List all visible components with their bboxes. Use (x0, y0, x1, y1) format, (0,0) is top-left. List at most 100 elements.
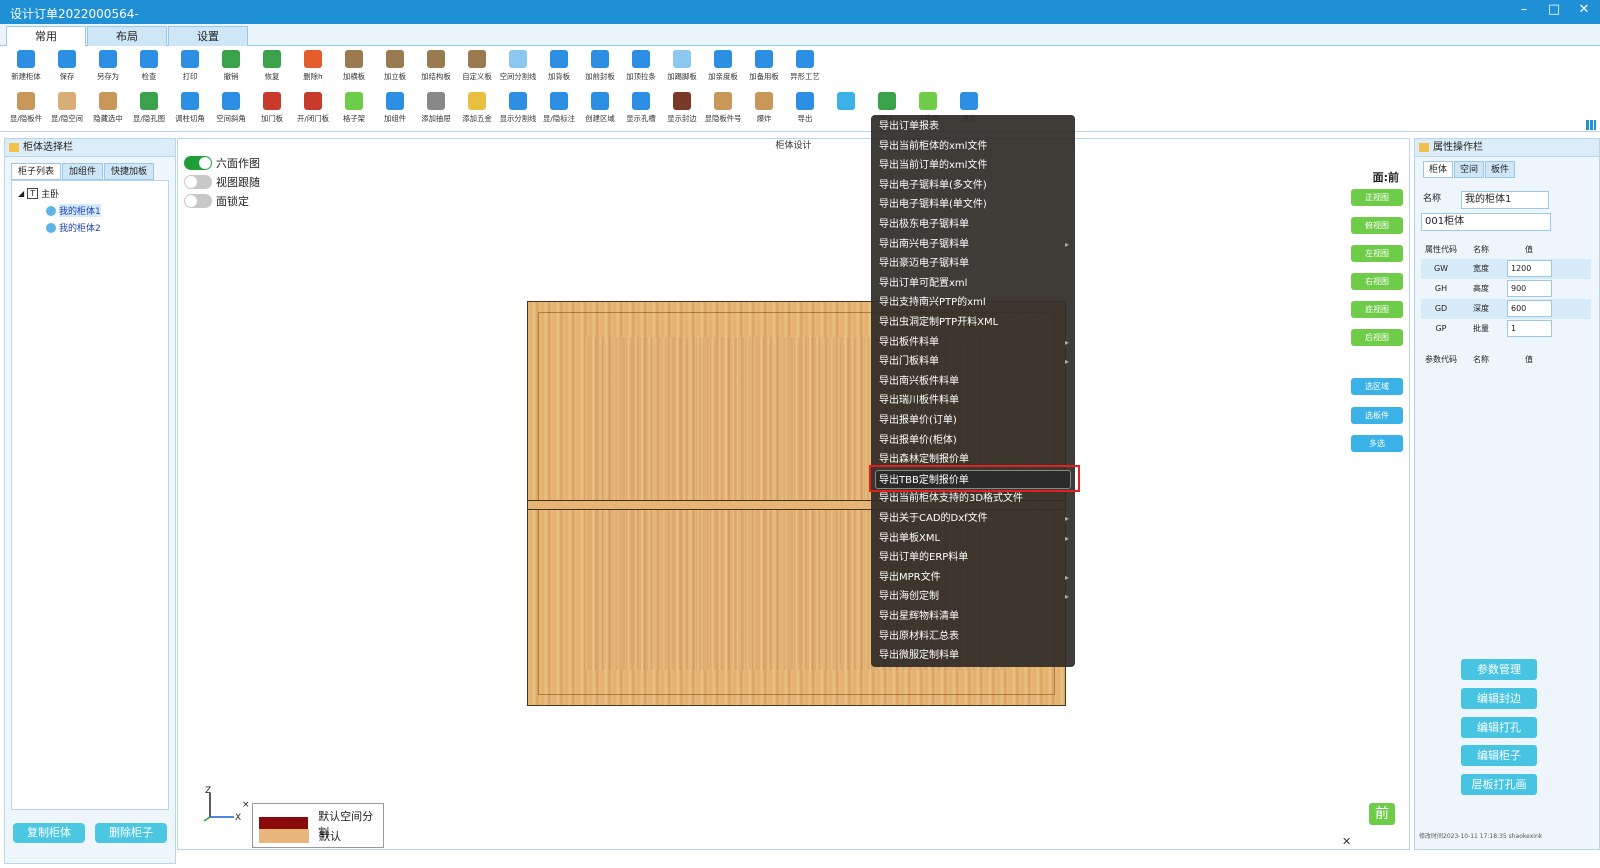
front-face-button[interactable]: 前 (1369, 803, 1395, 825)
menu-item[interactable]: 导出星辉物料清单 (871, 607, 1075, 626)
toolbar_row2-tool-19[interactable]: 导出 (784, 90, 826, 128)
menu-item[interactable]: 导出瑞川板件料单 (871, 391, 1075, 410)
name-input[interactable]: 我的柜体1 (1461, 191, 1549, 209)
menu-item[interactable]: 导出当前订单的xml文件 (871, 156, 1075, 175)
toggle-six-face[interactable]: 六面作图 (184, 155, 260, 171)
select-board-button[interactable]: 选板件 (1351, 407, 1403, 424)
grid-icon[interactable] (1586, 120, 1596, 130)
tab-common[interactable]: 常用 (6, 26, 86, 47)
close-canvas-icon[interactable]: ✕ (1342, 835, 1351, 848)
collapse-icon[interactable]: ◢ (18, 189, 24, 198)
toolbar_row2-tool-20[interactable] (825, 90, 867, 128)
toolbar_row1-tool-10[interactable]: 加结构板 (415, 48, 457, 86)
width-value-input[interactable]: 1200 (1507, 260, 1552, 277)
toolbar_row2-tool-14[interactable]: 创建区域 (579, 90, 621, 128)
menu-item[interactable]: 导出海创定制 ▸ (871, 587, 1075, 606)
design-canvas[interactable]: 柜体设计 六面作图 视图跟随 面锁定 面:前 正视图 俯视图 左视图 右视图 底… (177, 138, 1410, 850)
front-view-button[interactable]: 正视图 (1351, 189, 1403, 206)
menu-item[interactable]: 导出电子锯料单(单文件) (871, 195, 1075, 214)
toolbar_row1-tool-1[interactable]: 保存 (46, 48, 88, 86)
toolbar_row1-tool-16[interactable]: 加踢脚板 (661, 48, 703, 86)
toolbar_row2-tool-4[interactable]: 调柱切角 (169, 90, 211, 128)
menu-item[interactable]: 导出订单的ERP料单 (871, 548, 1075, 567)
toolbar_row1-tool-8[interactable]: 加横板 (333, 48, 375, 86)
menu-item[interactable]: 导出支持南兴PTP的xml (871, 293, 1075, 312)
toolbar_row2-tool-7[interactable]: 开/闭门板 (292, 90, 334, 128)
toolbar_row2-tool-9[interactable]: 加组件 (374, 90, 416, 128)
toolbar_row1-tool-3[interactable]: 检查 (128, 48, 170, 86)
toolbar_row2-tool-0[interactable]: 显/隐板件 (5, 90, 47, 128)
menu-item[interactable]: 导出单板XML ▸ (871, 529, 1075, 548)
menu-item[interactable]: 导出微服定制料单 (871, 646, 1075, 665)
toolbar_row1-tool-18[interactable]: 加备用板 (743, 48, 785, 86)
depth-value-input[interactable]: 600 (1507, 300, 1552, 317)
toolbar_row1-tool-7[interactable]: 删除h (292, 48, 334, 86)
menu-item[interactable]: 导出南兴电子锯料单 ▸ (871, 235, 1075, 254)
back-view-button[interactable]: 后视图 (1351, 329, 1403, 346)
menu-item[interactable]: 导出虫洞定制PTP开料XML (871, 313, 1075, 332)
menu-item[interactable]: 导出原材料汇总表 (871, 627, 1075, 646)
toolbar_row2-tool-2[interactable]: 隐藏选中 (87, 90, 129, 128)
tab-cabinet-list[interactable]: 柜子列表 (11, 163, 62, 180)
delete-cabinet-button[interactable]: 删除柜子 (95, 823, 167, 843)
toolbar_row2-tool-13[interactable]: 显/隐标注 (538, 90, 580, 128)
toolbar_row1-tool-4[interactable]: 打印 (169, 48, 211, 86)
shelf-drilling-button[interactable]: 层板打孔画 (1461, 774, 1537, 795)
tab-space[interactable]: 空间 (1454, 161, 1485, 178)
edit-cabinet-button[interactable]: 编辑柜子 (1461, 745, 1537, 766)
menu-item[interactable]: 导出南兴板件料单 (871, 372, 1075, 391)
toolbar_row1-tool-9[interactable]: 加立板 (374, 48, 416, 86)
edit-edgeband-button[interactable]: 编辑封边 (1461, 688, 1537, 709)
toolbar_row1-tool-0[interactable]: 新建柜体 (5, 48, 47, 86)
toggle-view-follow[interactable]: 视图跟随 (184, 174, 260, 190)
toolbar_row1-tool-17[interactable]: 加亲度板 (702, 48, 744, 86)
tab-settings[interactable]: 设置 (168, 26, 248, 46)
toggle-face-lock[interactable]: 面锁定 (184, 193, 249, 209)
toolbar_row1-tool-13[interactable]: 加背板 (538, 48, 580, 86)
minimize-button[interactable]: – (1516, 2, 1532, 17)
menu-item[interactable]: 导出当前柜体的xml文件 (871, 137, 1075, 156)
param-manage-button[interactable]: 参数管理 (1461, 659, 1537, 680)
top-view-button[interactable]: 俯视图 (1351, 217, 1403, 234)
multi-select-button[interactable]: 多选 (1351, 435, 1403, 452)
copy-cabinet-button[interactable]: 复制柜体 (13, 823, 85, 843)
menu-item[interactable]: 导出MPR文件 ▸ (871, 568, 1075, 587)
tab-add-component[interactable]: 加组件 (62, 163, 104, 180)
toolbar_row2-tool-1[interactable]: 显/隐空间 (46, 90, 88, 128)
edit-drilling-button[interactable]: 编辑打孔 (1461, 717, 1537, 738)
tab-board[interactable]: 板件 (1485, 161, 1516, 178)
toolbar_row2-tool-18[interactable]: 爆炸 (743, 90, 785, 128)
toolbar_row2-tool-12[interactable]: 显示分割线 (497, 90, 539, 128)
tab-cabinet[interactable]: 柜体 (1423, 161, 1454, 178)
toolbar_row2-tool-5[interactable]: 空间斜角 (210, 90, 252, 128)
toggle-switch[interactable] (184, 156, 212, 170)
toolbar_row2-tool-3[interactable]: 显/隐孔图 (128, 90, 170, 128)
menu-item[interactable]: 导出当前柜体支持的3D格式文件 (871, 489, 1075, 508)
maximize-button[interactable]: □ (1546, 2, 1562, 17)
select-region-button[interactable]: 选区域 (1351, 378, 1403, 395)
toggle-switch[interactable] (184, 175, 212, 189)
code-input[interactable]: 001柜体 (1421, 213, 1551, 231)
toolbar_row2-tool-10[interactable]: 添加抽屉 (415, 90, 457, 128)
menu-item[interactable]: 导出电子锯料单(多文件) (871, 176, 1075, 195)
tab-quick-add-board[interactable]: 快捷加板 (104, 163, 155, 180)
left-view-button[interactable]: 左视图 (1351, 245, 1403, 262)
quantity-value-input[interactable]: 1 (1507, 320, 1552, 337)
toolbar_row1-tool-5[interactable]: 撤销 (210, 48, 252, 86)
menu-item[interactable]: 导出订单可配置xml (871, 274, 1075, 293)
menu-item[interactable]: 导出关于CAD的Dxf文件 ▸ (871, 509, 1075, 528)
right-view-button[interactable]: 右视图 (1351, 273, 1403, 290)
height-value-input[interactable]: 900 (1507, 280, 1552, 297)
toolbar_row1-tool-11[interactable]: 自定义板 (456, 48, 498, 86)
toolbar_row2-tool-6[interactable]: 加门板 (251, 90, 293, 128)
close-button[interactable]: ✕ (1576, 2, 1592, 17)
tree-node-cabinet-2[interactable]: 我的柜体2 (46, 221, 101, 234)
toolbar_row2-tool-8[interactable]: 格子架 (333, 90, 375, 128)
menu-item[interactable]: 导出门板料单 ▸ (871, 352, 1075, 371)
toolbar_row2-tool-11[interactable]: 添加五金 (456, 90, 498, 128)
menu-item[interactable]: 导出极东电子锯料单 (871, 215, 1075, 234)
toolbar_row1-tool-14[interactable]: 加前封板 (579, 48, 621, 86)
toolbar_row1-tool-19[interactable]: 异形工艺 (784, 48, 826, 86)
toggle-switch[interactable] (184, 194, 212, 208)
menu-item[interactable]: 导出豪迈电子锯料单 (871, 254, 1075, 273)
